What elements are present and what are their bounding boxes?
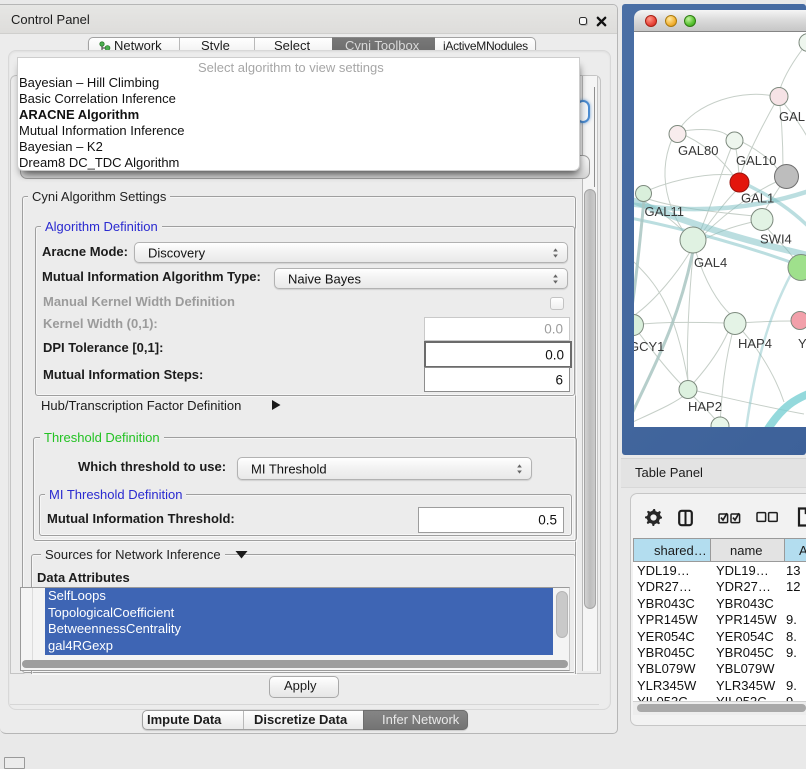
svg-text:GAL80: GAL80 bbox=[678, 143, 718, 158]
svg-text:SWI4: SWI4 bbox=[760, 231, 792, 246]
svg-text:GCY1: GCY1 bbox=[634, 339, 664, 354]
svg-text:GAL4: GAL4 bbox=[694, 255, 727, 270]
svg-text:GAL10: GAL10 bbox=[736, 153, 776, 168]
svg-text:GAL11: GAL11 bbox=[645, 204, 685, 219]
svg-text:Y: Y bbox=[798, 336, 806, 351]
svg-text:HAP4: HAP4 bbox=[738, 336, 772, 351]
svg-text:HAP2: HAP2 bbox=[688, 399, 722, 414]
svg-text:GAL: GAL bbox=[779, 109, 805, 124]
svg-text:GAL1: GAL1 bbox=[741, 190, 774, 205]
